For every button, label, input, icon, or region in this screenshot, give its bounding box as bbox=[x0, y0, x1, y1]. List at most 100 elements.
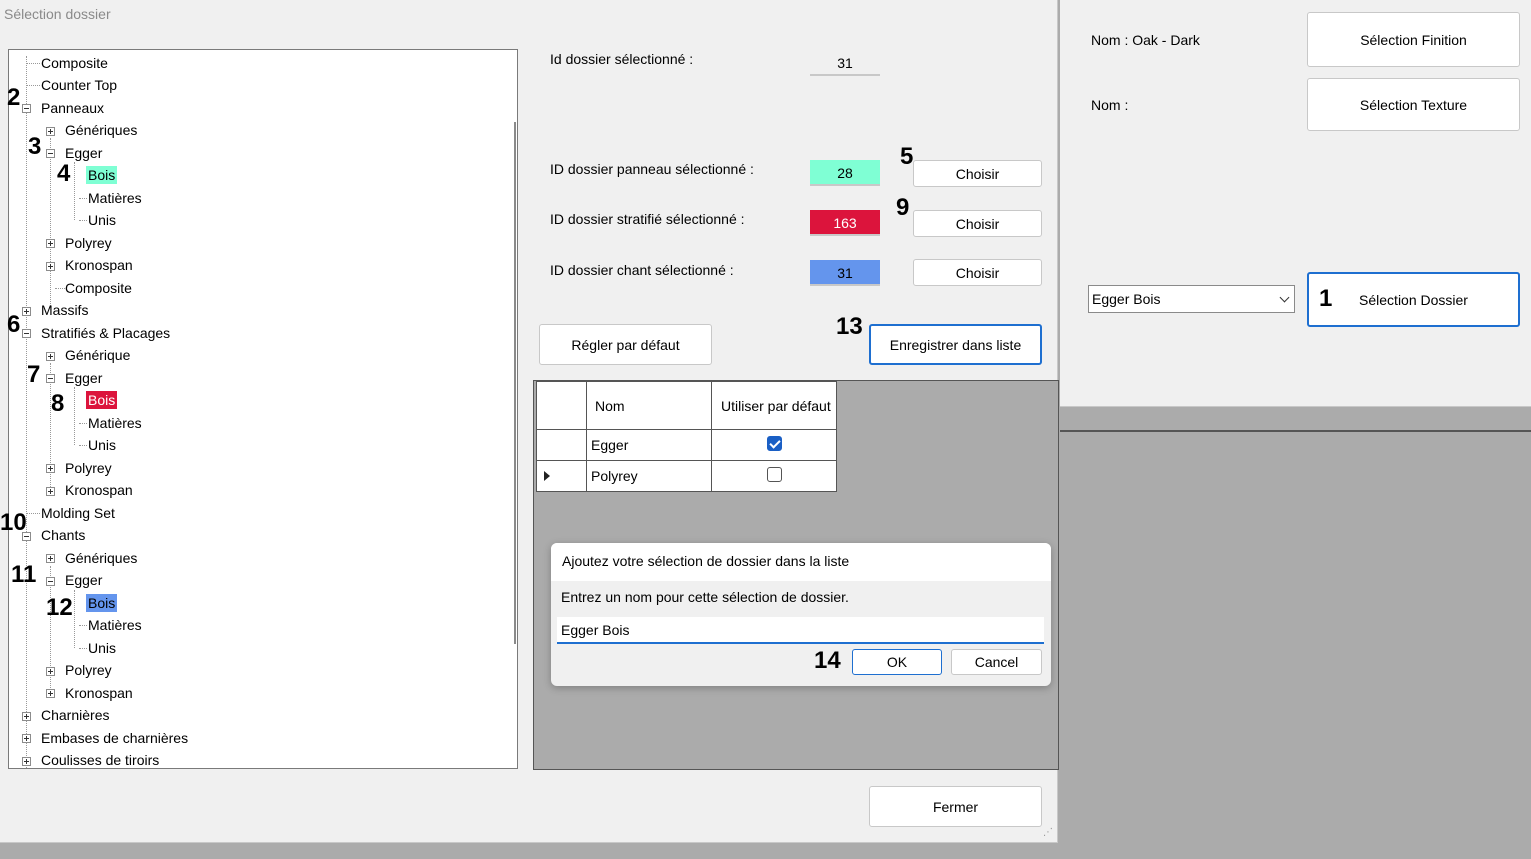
chevron-down-icon bbox=[1279, 292, 1290, 303]
select-texture-button[interactable]: Sélection Texture bbox=[1307, 78, 1520, 131]
default-checkbox[interactable] bbox=[766, 436, 782, 451]
tree-node-bois-chant[interactable]: Bois bbox=[86, 594, 118, 612]
row-header[interactable] bbox=[536, 460, 587, 492]
selection-name-input[interactable] bbox=[557, 617, 1044, 644]
expand-icon[interactable] bbox=[22, 757, 31, 766]
column-header-default[interactable]: Utiliser par défaut bbox=[711, 381, 837, 430]
tree-node-kronospan[interactable]: Kronospan bbox=[63, 684, 135, 702]
edge-folder-value: 31 bbox=[810, 260, 880, 286]
modal-title: Ajoutez votre sélection de dossier dans … bbox=[551, 543, 1051, 581]
resize-grip-icon[interactable]: ⋰ bbox=[1043, 827, 1053, 838]
collapse-icon[interactable] bbox=[46, 149, 55, 158]
choose-laminate-button[interactable]: Choisir bbox=[913, 210, 1042, 237]
expand-icon[interactable] bbox=[22, 307, 31, 316]
laminate-folder-value: 163 bbox=[810, 210, 880, 236]
window-title: Sélection dossier bbox=[4, 6, 111, 22]
expand-icon[interactable] bbox=[22, 712, 31, 721]
row-name-cell[interactable]: Polyrey bbox=[586, 460, 712, 492]
laminate-folder-label: ID dossier stratifié sélectionné : bbox=[550, 211, 745, 227]
tree-node-bois-panneau[interactable]: Bois bbox=[86, 166, 118, 184]
annotation-1: 1 bbox=[1319, 285, 1333, 312]
collapse-icon[interactable] bbox=[22, 104, 31, 113]
tree-node-polyrey[interactable]: Polyrey bbox=[63, 234, 114, 252]
folder-selection-dropdown[interactable]: Egger Bois bbox=[1088, 285, 1295, 313]
expand-icon[interactable] bbox=[46, 352, 55, 361]
select-folder-button[interactable]: 1 Sélection Dossier bbox=[1307, 272, 1520, 327]
tree-node-polyrey[interactable]: Polyrey bbox=[63, 661, 114, 679]
tree-node-matieres[interactable]: Matières bbox=[86, 616, 144, 634]
folder-tree[interactable]: Composite Counter Top Panneaux Générique… bbox=[8, 49, 518, 769]
tree-node-kronospan[interactable]: Kronospan bbox=[63, 481, 135, 499]
tree-node-chants[interactable]: Chants bbox=[39, 526, 87, 544]
annotation-9: 9 bbox=[896, 194, 910, 221]
tree-node-unis[interactable]: Unis bbox=[86, 639, 118, 657]
annotation-4: 4 bbox=[57, 160, 71, 187]
expand-icon[interactable] bbox=[46, 554, 55, 563]
tree-node-unis[interactable]: Unis bbox=[86, 211, 118, 229]
tree-scrollbar-thumb[interactable] bbox=[514, 122, 516, 644]
row-header[interactable] bbox=[536, 429, 587, 461]
close-button[interactable]: Fermer bbox=[869, 786, 1042, 827]
add-selection-modal: Ajoutez votre sélection de dossier dans … bbox=[551, 543, 1051, 686]
row-header-corner bbox=[536, 381, 587, 430]
tree-node-massifs[interactable]: Massifs bbox=[39, 301, 90, 319]
expand-icon[interactable] bbox=[46, 262, 55, 271]
tree-node-egger[interactable]: Egger bbox=[63, 369, 104, 387]
expand-icon[interactable] bbox=[46, 689, 55, 698]
collapse-icon[interactable] bbox=[22, 329, 31, 338]
annotation-2: 2 bbox=[7, 84, 21, 111]
select-finish-button[interactable]: Sélection Finition bbox=[1307, 12, 1520, 67]
tree-node-bois-stratifie[interactable]: Bois bbox=[86, 391, 118, 409]
expand-icon[interactable] bbox=[46, 127, 55, 136]
choose-edge-button[interactable]: Choisir bbox=[913, 259, 1042, 286]
expand-icon[interactable] bbox=[46, 239, 55, 248]
table-row[interactable]: Polyrey bbox=[536, 460, 837, 492]
tree-node-polyrey[interactable]: Polyrey bbox=[63, 459, 114, 477]
expand-icon[interactable] bbox=[22, 734, 31, 743]
tree-node-composite-sub[interactable]: Composite bbox=[63, 279, 134, 297]
expand-icon[interactable] bbox=[46, 487, 55, 496]
tree-node-coulisses[interactable]: Coulisses de tiroirs bbox=[39, 751, 161, 768]
tree-node-generiques[interactable]: Génériques bbox=[63, 549, 139, 567]
row-name-cell[interactable]: Egger bbox=[586, 429, 712, 461]
annotation-13: 13 bbox=[836, 313, 863, 340]
tree-node-panneaux[interactable]: Panneaux bbox=[39, 99, 106, 117]
tree-node-egger[interactable]: Egger bbox=[63, 571, 104, 589]
tree-node-counter-top[interactable]: Counter Top bbox=[39, 76, 119, 94]
collapse-icon[interactable] bbox=[46, 374, 55, 383]
folder-selection-value: Egger Bois bbox=[1092, 291, 1161, 307]
column-header-name[interactable]: Nom bbox=[586, 381, 712, 430]
default-checkbox[interactable] bbox=[766, 467, 782, 482]
selected-folder-label: Id dossier sélectionné : bbox=[550, 51, 694, 67]
edge-folder-label: ID dossier chant sélectionné : bbox=[550, 262, 734, 278]
tree-node-matieres[interactable]: Matières bbox=[86, 189, 144, 207]
tree-scrollbar[interactable] bbox=[505, 50, 517, 768]
tree-node-charnieres[interactable]: Charnières bbox=[39, 706, 111, 724]
tree-node-generiques[interactable]: Génériques bbox=[63, 121, 139, 139]
choose-panel-button[interactable]: Choisir bbox=[913, 160, 1042, 187]
tree-node-molding-set[interactable]: Molding Set bbox=[39, 504, 117, 522]
save-to-list-button[interactable]: Enregistrer dans liste bbox=[869, 324, 1042, 365]
tree-node-embases[interactable]: Embases de charnières bbox=[39, 729, 190, 747]
table-row[interactable]: Egger bbox=[536, 429, 837, 461]
tree-node-unis[interactable]: Unis bbox=[86, 436, 118, 454]
annotation-14: 14 bbox=[814, 647, 841, 674]
cancel-button[interactable]: Cancel bbox=[951, 649, 1042, 675]
selected-folder-value: 31 bbox=[810, 50, 880, 76]
expand-icon[interactable] bbox=[46, 667, 55, 676]
set-default-button[interactable]: Régler par défaut bbox=[539, 324, 712, 365]
annotation-3: 3 bbox=[28, 133, 42, 160]
annotation-12: 12 bbox=[46, 594, 73, 621]
collapse-icon[interactable] bbox=[46, 577, 55, 586]
tree-node-generique[interactable]: Générique bbox=[63, 346, 132, 364]
current-row-arrow-icon bbox=[544, 471, 550, 481]
ok-button[interactable]: OK bbox=[852, 649, 942, 675]
tree-node-stratifies[interactable]: Stratifiés & Placages bbox=[39, 324, 172, 342]
tree-node-composite[interactable]: Composite bbox=[39, 54, 110, 72]
tree-node-matieres[interactable]: Matières bbox=[86, 414, 144, 432]
panel-folder-label: ID dossier panneau sélectionné : bbox=[550, 161, 754, 177]
tree-node-kronospan[interactable]: Kronospan bbox=[63, 256, 135, 274]
annotation-11: 11 bbox=[11, 561, 37, 588]
texture-name-label: Nom : bbox=[1091, 97, 1129, 113]
expand-icon[interactable] bbox=[46, 464, 55, 473]
